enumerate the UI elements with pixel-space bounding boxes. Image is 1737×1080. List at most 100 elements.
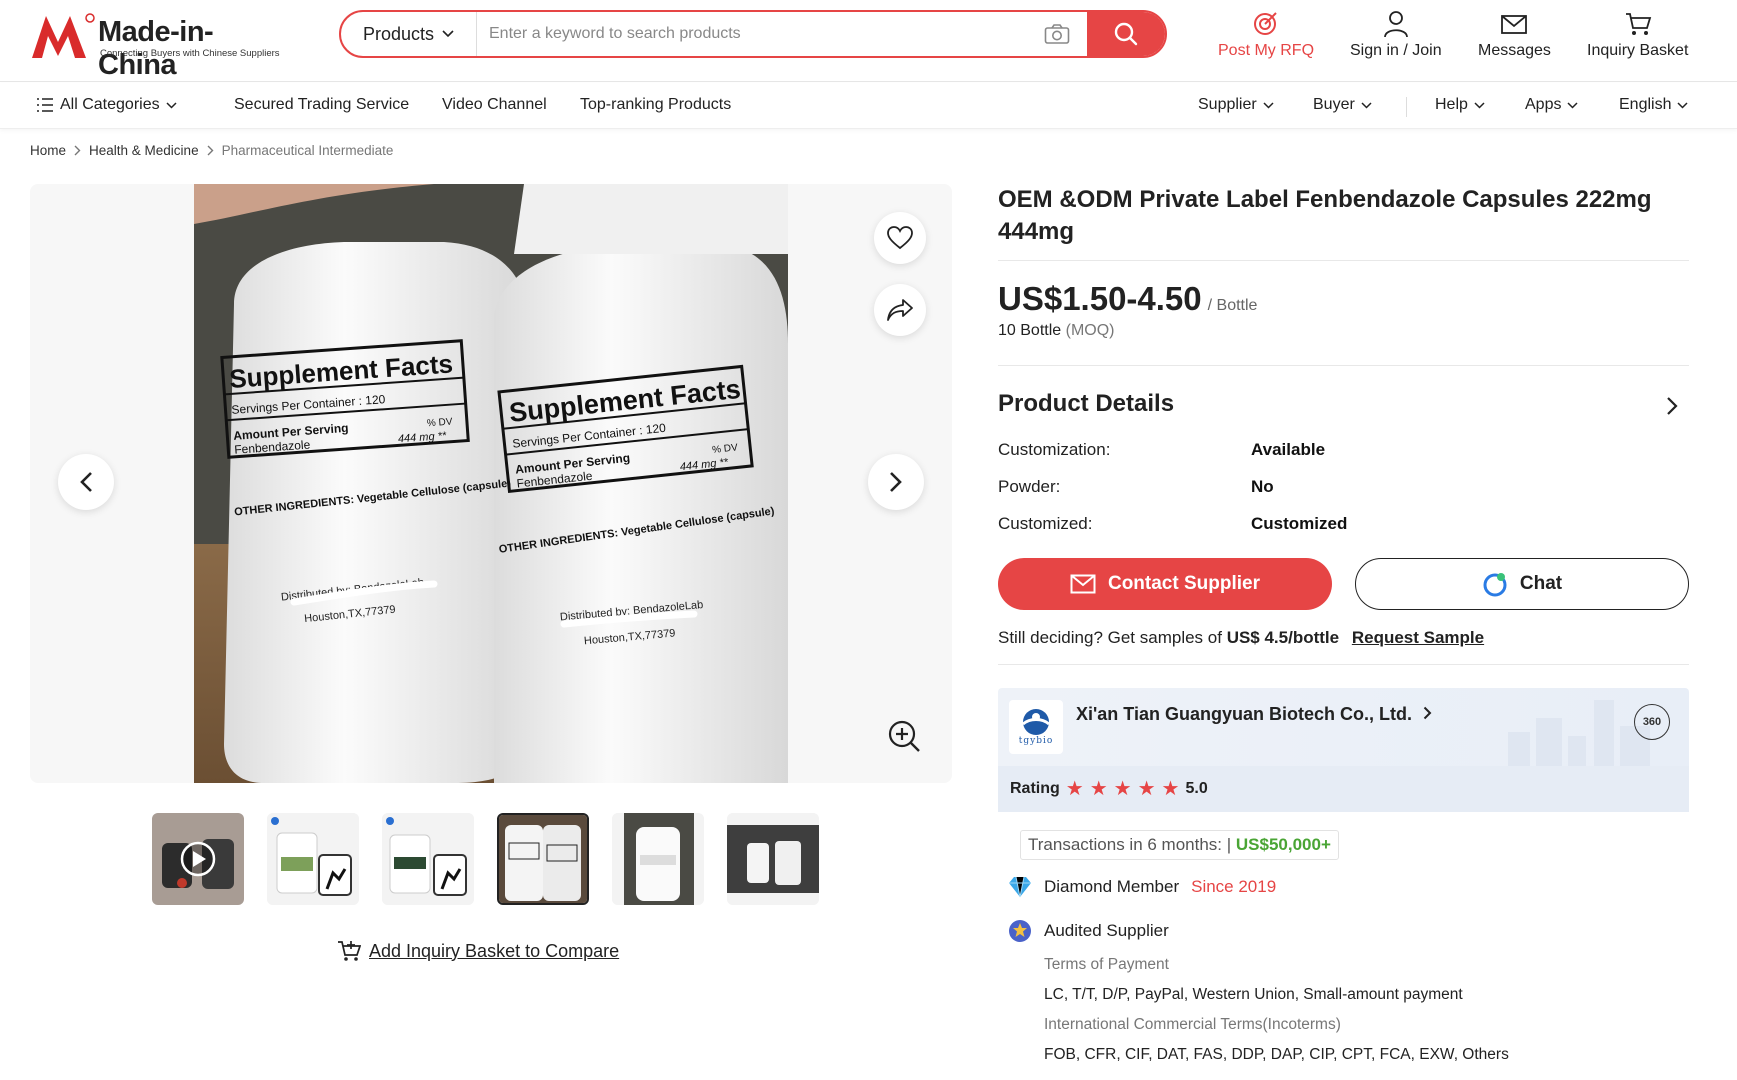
member-label: Diamond Member [1044, 877, 1180, 896]
rating-value: 5.0 [1185, 780, 1208, 797]
star-icon: ★ [1089, 778, 1108, 800]
list-icon [37, 98, 53, 112]
moq-value: 10 Bottle [998, 322, 1062, 339]
star-icon: ★ [1161, 778, 1180, 800]
nav-video-channel[interactable]: Video Channel [442, 96, 547, 114]
audited-supplier-row: Audited Supplier [1008, 919, 1169, 943]
rating-row: Rating ★ ★ ★ ★ ★ 5.0 [998, 766, 1689, 812]
nav-language-menu[interactable]: English [1619, 96, 1689, 114]
camera-search-icon[interactable] [1027, 12, 1087, 56]
nav-apps-menu[interactable]: Apps [1525, 96, 1578, 114]
search-button[interactable] [1087, 12, 1165, 56]
breadcrumb: Home Health & Medicine Pharmaceutical In… [30, 143, 393, 158]
thumbnail-4-selected[interactable] [497, 813, 589, 905]
compare-label: Add Inquiry Basket to Compare [369, 940, 620, 961]
thumbnail-5[interactable] [612, 813, 704, 905]
search-icon [1114, 22, 1138, 46]
envelope-icon [1070, 574, 1096, 594]
heart-icon [887, 226, 913, 250]
all-categories-menu[interactable]: All Categories [36, 96, 177, 114]
chevron-down-icon [1474, 101, 1485, 109]
chevron-left-icon [80, 472, 92, 492]
chevron-down-icon [1361, 101, 1372, 109]
thumbnail-6[interactable] [727, 813, 819, 905]
nav-help-menu[interactable]: Help [1435, 96, 1485, 114]
contact-supplier-label: Contact Supplier [1107, 573, 1260, 594]
share-button[interactable] [874, 284, 926, 336]
nav-top-ranking[interactable]: Top-ranking Products [580, 96, 731, 114]
main-product-photo[interactable]: Supplement Facts Servings Per Container … [194, 184, 788, 783]
request-sample-link[interactable]: Request Sample [1352, 628, 1484, 647]
gallery-next-button[interactable] [868, 454, 924, 510]
nav-supplier-label: Supplier [1198, 96, 1257, 113]
messages-link[interactable]: Messages [1478, 10, 1551, 70]
sign-in-link[interactable]: Sign in / Join [1350, 10, 1442, 70]
nav-secured-trading[interactable]: Secured Trading Service [234, 96, 409, 114]
star-icon: ★ [1137, 778, 1156, 800]
supplier-name-link[interactable]: Xi'an Tian Guangyuan Biotech Co., Ltd. [1076, 704, 1432, 725]
chevron-down-icon [1263, 101, 1274, 109]
chevron-right-icon [207, 145, 214, 156]
thumbnail-3[interactable] [382, 813, 474, 905]
audited-badge-icon [1009, 920, 1031, 942]
detail-value: No [1251, 476, 1274, 496]
main-nav: All Categories Secured Trading Service V… [0, 83, 1737, 129]
divider [998, 365, 1689, 366]
chevron-right-icon [1423, 706, 1432, 720]
breadcrumb-category[interactable]: Health & Medicine [89, 143, 199, 158]
chat-bubble-icon [1483, 573, 1507, 597]
site-logo[interactable]: Made-in-China Connecting Buyers with Chi… [30, 12, 290, 81]
thumbnail-video[interactable] [152, 813, 244, 905]
transactions-badge: Transactions in 6 months: | US$50,000+ [1020, 830, 1339, 860]
breadcrumb-home[interactable]: Home [30, 143, 66, 158]
price-unit: / Bottle [1207, 297, 1258, 314]
all-categories-label: All Categories [60, 96, 160, 113]
cart-icon [1625, 13, 1651, 35]
breadcrumb-subcategory[interactable]: Pharmaceutical Intermediate [222, 143, 394, 158]
divider [998, 664, 1689, 665]
product-details-expand-button[interactable] [1666, 396, 1678, 421]
nav-buyer-menu[interactable]: Buyer [1313, 96, 1372, 114]
supplier-name: Xi'an Tian Guangyuan Biotech Co., Ltd. [1076, 704, 1412, 724]
messages-label: Messages [1478, 42, 1551, 59]
rating-label: Rating [1010, 780, 1060, 797]
detail-row: Powder: No [998, 468, 1689, 505]
nav-divider [1406, 97, 1407, 117]
supplier-card: tgybio Xi'an Tian Guangyuan Biotech Co.,… [998, 688, 1689, 812]
chevron-down-icon [166, 101, 177, 109]
top-header: Made-in-China Connecting Buyers with Chi… [0, 0, 1737, 82]
favorite-button[interactable] [874, 212, 926, 264]
nav-language-label: English [1619, 96, 1672, 113]
transactions-value: US$50,000+ [1235, 835, 1331, 854]
supplier-logo[interactable]: tgybio [1009, 700, 1063, 754]
search-input[interactable] [477, 12, 1027, 56]
tour-360-icon[interactable]: 360 [1634, 704, 1670, 740]
nav-apps-label: Apps [1525, 96, 1562, 113]
inquiry-basket-label: Inquiry Basket [1587, 42, 1689, 59]
divider [998, 260, 1689, 261]
post-rfq-label: Post My RFQ [1218, 42, 1315, 59]
cart-plus-icon [338, 941, 361, 961]
post-rfq-link[interactable]: Post My RFQ [1218, 10, 1314, 70]
chevron-right-icon [74, 145, 81, 156]
inquiry-basket-link[interactable]: Inquiry Basket [1587, 10, 1688, 70]
moq-label: (MOQ) [1065, 322, 1115, 339]
detail-value: Available [1251, 439, 1326, 459]
tour-360-label: 360 [1642, 716, 1662, 728]
search-category-select[interactable]: Products [341, 12, 477, 56]
thumbnail-2[interactable] [267, 813, 359, 905]
product-title: OEM &ODM Private Label Fenbendazole Caps… [998, 186, 1652, 245]
zoom-in-icon[interactable] [886, 718, 922, 759]
share-icon [887, 299, 913, 321]
chat-button[interactable]: Chat [1355, 558, 1689, 610]
contact-supplier-button[interactable]: Contact Supplier [998, 558, 1332, 610]
detail-key: Customized: [998, 513, 1093, 533]
chat-label: Chat [1519, 573, 1563, 594]
add-to-compare-link[interactable]: Add Inquiry Basket to Compare [337, 940, 619, 962]
nav-supplier-menu[interactable]: Supplier [1198, 96, 1274, 114]
detail-row: Customized: Customized [998, 505, 1689, 542]
gallery-prev-button[interactable] [58, 454, 114, 510]
envelope-icon [1501, 15, 1528, 34]
incoterms-value: FOB, CFR, CIF, DAT, FAS, DDP, DAP, CIP, … [1044, 1046, 1509, 1063]
chevron-down-icon [1677, 101, 1689, 109]
